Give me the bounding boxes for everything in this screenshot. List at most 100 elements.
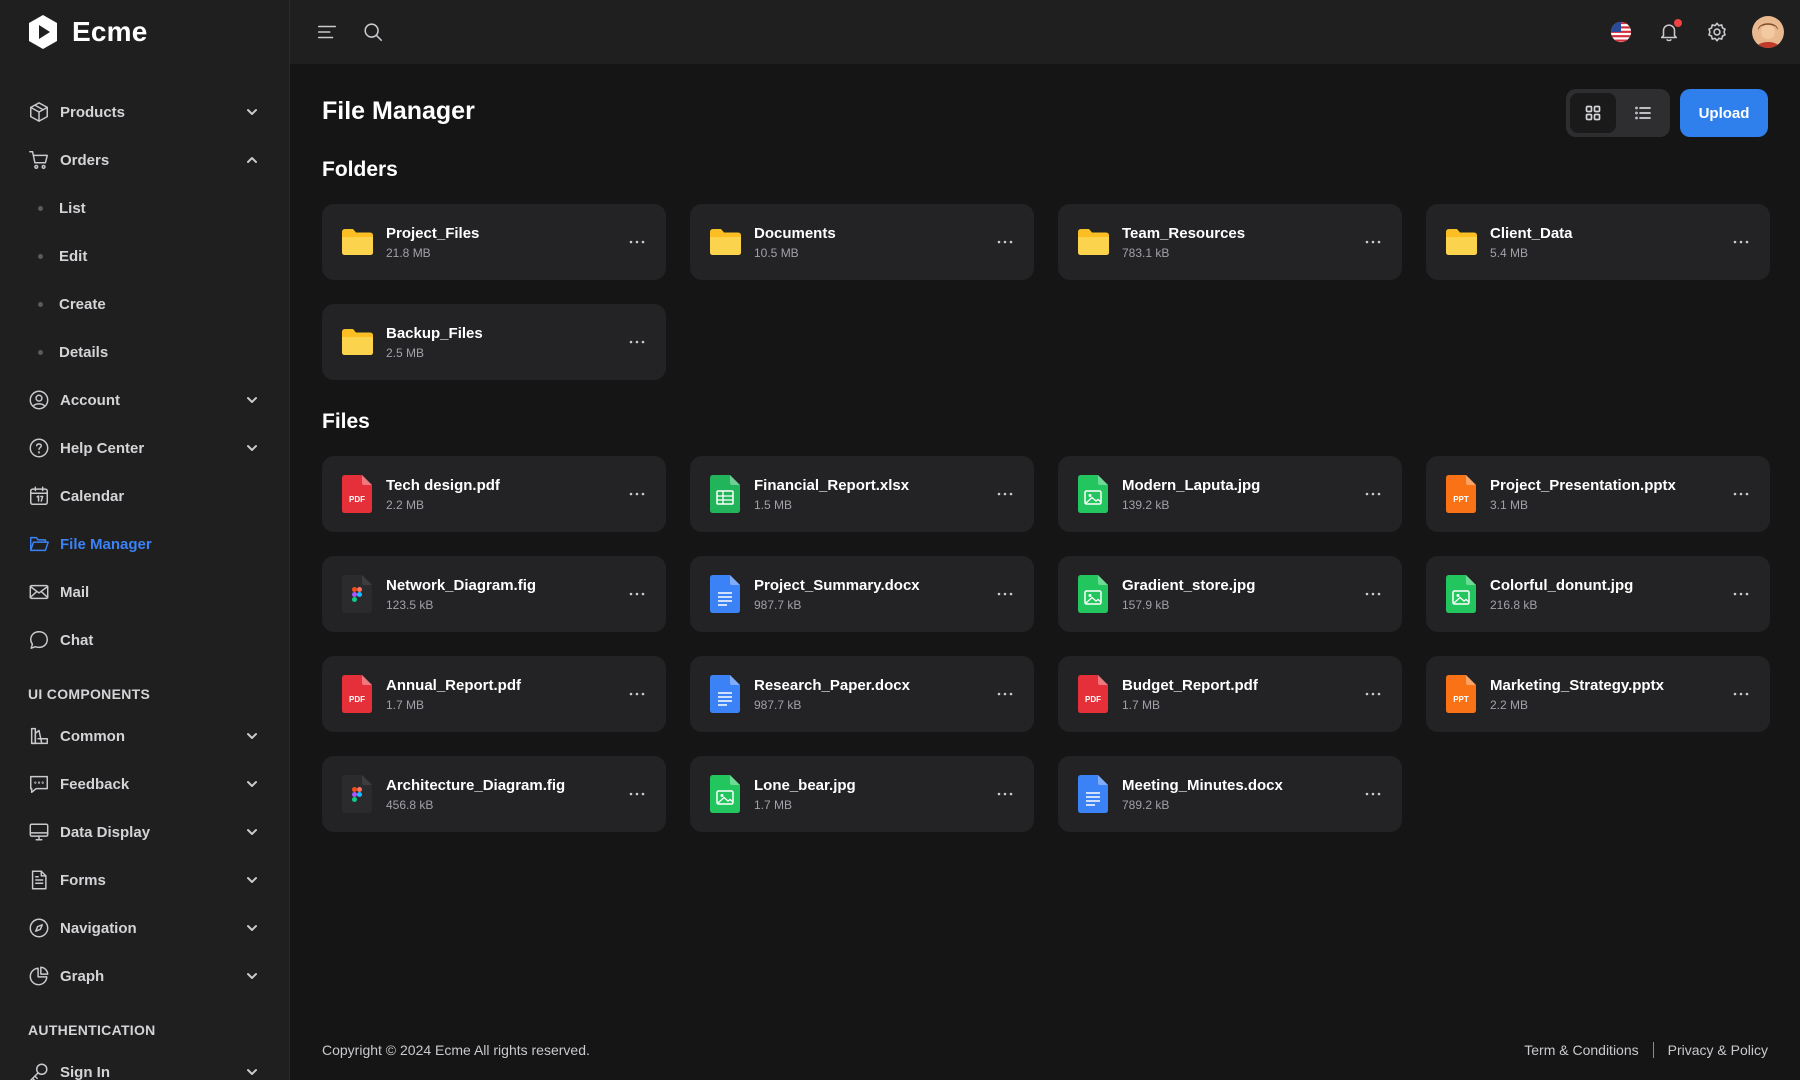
sidebar-item-forms[interactable]: Forms xyxy=(0,856,289,904)
file-card[interactable]: PPT Project_Presentation.pptx 3.1 MB xyxy=(1426,456,1770,532)
sidebar-subitem-create[interactable]: Create xyxy=(0,280,289,328)
avatar[interactable] xyxy=(1752,16,1784,48)
chevron-down-icon xyxy=(245,729,259,743)
file-card[interactable]: Network_Diagram.fig 123.5 kB xyxy=(322,556,666,632)
file-card[interactable]: Financial_Report.xlsx 1.5 MB xyxy=(690,456,1034,532)
sidebar-item-label: Navigation xyxy=(60,919,137,937)
sidebar-item-file-manager[interactable]: File Manager xyxy=(0,520,289,568)
bell-icon[interactable] xyxy=(1656,19,1682,45)
more-options-icon[interactable] xyxy=(1364,785,1382,803)
sidebar-item-products[interactable]: Products xyxy=(0,88,289,136)
more-options-icon[interactable] xyxy=(1732,585,1750,603)
file-card[interactable]: PDF Budget_Report.pdf 1.7 MB xyxy=(1058,656,1402,732)
sidebar-item-account[interactable]: Account xyxy=(0,376,289,424)
more-options-icon[interactable] xyxy=(996,233,1014,251)
more-options-icon[interactable] xyxy=(1732,485,1750,503)
grid-view-button[interactable] xyxy=(1570,93,1616,133)
file-size: 789.2 kB xyxy=(1122,797,1170,812)
gear-icon[interactable] xyxy=(1704,19,1730,45)
more-options-icon[interactable] xyxy=(996,585,1014,603)
folder-icon xyxy=(1076,222,1110,262)
sidebar-item-graph[interactable]: Graph xyxy=(0,952,289,1000)
file-meta: Meeting_Minutes.docx 789.2 kB xyxy=(1122,777,1283,812)
more-options-icon[interactable] xyxy=(1364,685,1382,703)
sidebar-item-sign-in[interactable]: Sign In xyxy=(0,1048,289,1080)
more-options-icon[interactable] xyxy=(996,785,1014,803)
folder-card[interactable]: Backup_Files 2.5 MB xyxy=(322,304,666,380)
more-options-icon[interactable] xyxy=(996,685,1014,703)
sidebar-item-chat[interactable]: Chat xyxy=(0,616,289,664)
file-card[interactable]: Architecture_Diagram.fig 456.8 kB xyxy=(322,756,666,832)
pdf-file-icon: PDF xyxy=(340,474,374,514)
sidebar-item-mail[interactable]: Mail xyxy=(0,568,289,616)
folder-card[interactable]: Team_Resources 783.1 kB xyxy=(1058,204,1402,280)
file-meta: Project_Summary.docx 987.7 kB xyxy=(754,577,920,612)
file-meta: Colorful_donunt.jpg 216.8 kB xyxy=(1490,577,1633,612)
more-options-icon[interactable] xyxy=(1364,485,1382,503)
chevron-down-icon xyxy=(245,873,259,887)
sidebar-item-navigation[interactable]: Navigation xyxy=(0,904,289,952)
more-options-icon[interactable] xyxy=(628,685,646,703)
file-size: 1.7 MB xyxy=(386,697,425,712)
file-card[interactable]: PPT Marketing_Strategy.pptx 2.2 MB xyxy=(1426,656,1770,732)
file-meta: Gradient_store.jpg 157.9 kB xyxy=(1122,577,1255,612)
file-card[interactable]: Meeting_Minutes.docx 789.2 kB xyxy=(1058,756,1402,832)
file-card[interactable]: PDF Annual_Report.pdf 1.7 MB xyxy=(322,656,666,732)
sidebar-item-orders[interactable]: Orders xyxy=(0,136,289,184)
sidebar-subitem-details[interactable]: Details xyxy=(0,328,289,376)
file-card[interactable]: PDF Tech design.pdf 2.2 MB xyxy=(322,456,666,532)
file-card[interactable]: Project_Summary.docx 987.7 kB xyxy=(690,556,1034,632)
folder-name: Project_Files xyxy=(386,224,480,242)
file-card[interactable]: Modern_Laputa.jpg 139.2 kB xyxy=(1058,456,1402,532)
list-view-button[interactable] xyxy=(1620,93,1666,133)
folder-meta: Client_Data 5.4 MB xyxy=(1490,225,1573,260)
upload-button[interactable]: Upload xyxy=(1680,89,1768,137)
docx-file-icon xyxy=(708,674,742,714)
brand[interactable]: Ecme xyxy=(0,0,289,64)
file-name: Lone_bear.jpg xyxy=(754,776,856,794)
folder-card[interactable]: Project_Files 21.8 MB xyxy=(322,204,666,280)
more-options-icon[interactable] xyxy=(1732,685,1750,703)
more-options-icon[interactable] xyxy=(996,485,1014,503)
menu-icon[interactable] xyxy=(314,19,340,45)
file-meta: Network_Diagram.fig 123.5 kB xyxy=(386,577,536,612)
docx-file-icon xyxy=(1076,774,1110,814)
more-options-icon[interactable] xyxy=(1364,233,1382,251)
sidebar-subitem-label: Edit xyxy=(59,247,88,265)
us-flag-icon[interactable] xyxy=(1608,19,1634,45)
more-options-icon[interactable] xyxy=(1364,585,1382,603)
file-card[interactable]: Research_Paper.docx 987.7 kB xyxy=(690,656,1034,732)
more-options-icon[interactable] xyxy=(628,233,646,251)
sidebar-subitem-edit[interactable]: Edit xyxy=(0,232,289,280)
xlsx-file-icon xyxy=(708,474,742,514)
more-options-icon[interactable] xyxy=(1732,233,1750,251)
folders-heading: Folders xyxy=(322,158,398,181)
sidebar-item-data-display[interactable]: Data Display xyxy=(0,808,289,856)
more-options-icon[interactable] xyxy=(628,485,646,503)
more-options-icon[interactable] xyxy=(628,785,646,803)
more-options-icon[interactable] xyxy=(628,333,646,351)
sidebar-item-feedback[interactable]: Feedback xyxy=(0,760,289,808)
sidebar-item-label: Account xyxy=(60,391,120,409)
sidebar-subitem-list[interactable]: List xyxy=(0,184,289,232)
file-card[interactable]: Lone_bear.jpg 1.7 MB xyxy=(690,756,1034,832)
section-label-authentication: AUTHENTICATION xyxy=(28,1022,156,1038)
folder-size: 10.5 MB xyxy=(754,245,799,260)
file-card[interactable]: Colorful_donunt.jpg 216.8 kB xyxy=(1426,556,1770,632)
sidebar-item-common[interactable]: Common xyxy=(0,712,289,760)
folder-card[interactable]: Client_Data 5.4 MB xyxy=(1426,204,1770,280)
file-card[interactable]: Gradient_store.jpg 157.9 kB xyxy=(1058,556,1402,632)
folder-card[interactable]: Documents 10.5 MB xyxy=(690,204,1034,280)
svg-text:PPT: PPT xyxy=(1453,695,1469,704)
folder-size: 5.4 MB xyxy=(1490,245,1529,260)
search-icon[interactable] xyxy=(360,19,386,45)
sidebar-item-help-center[interactable]: Help Center xyxy=(0,424,289,472)
terms-link[interactable]: Term & Conditions xyxy=(1524,1042,1638,1058)
file-name: Gradient_store.jpg xyxy=(1122,576,1256,594)
privacy-link[interactable]: Privacy & Policy xyxy=(1668,1042,1768,1058)
file-meta: Annual_Report.pdf 1.7 MB xyxy=(386,677,521,712)
file-name: Marketing_Strategy.pptx xyxy=(1490,676,1664,694)
sidebar-item-calendar[interactable]: Calendar xyxy=(0,472,289,520)
sidebar: Ecme Products Orders List Edit Create De… xyxy=(0,0,290,1080)
more-options-icon[interactable] xyxy=(628,585,646,603)
